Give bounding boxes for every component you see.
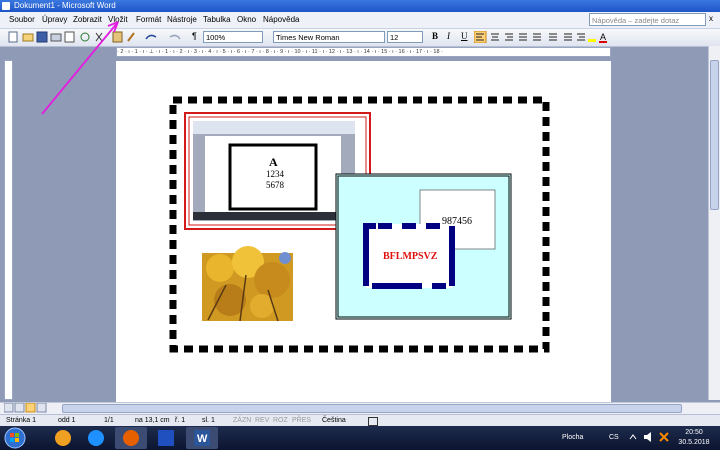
firefox-icon [123,430,139,446]
input-language[interactable]: CS [609,434,619,441]
web-view-icon [14,403,25,413]
red-caption: BFLMPSVZ [383,251,438,262]
horizontal-scroll-thumb[interactable] [62,404,682,413]
spelling-status-icon[interactable] [368,417,378,426]
number-box-text: 987456 [442,216,472,227]
tree-photo [202,246,293,322]
taskbar-apps: W [4,427,218,449]
svg-text:W: W [197,433,208,445]
document-drawings [41,21,550,353]
inner-line-1: 1234 [266,169,284,179]
network-icon [659,432,669,442]
vertical-scroll-thumb[interactable] [710,60,719,210]
ie-icon [88,430,104,446]
tray-icons [629,432,669,442]
inner-line-2: 5678 [266,180,284,190]
tray-chevron-icon [629,434,637,440]
outline-view-icon [36,403,47,413]
clock-date[interactable]: 30.5.2018 [672,439,716,446]
view-buttons [4,403,47,413]
desktop-toolbar-label[interactable]: Plocha [562,434,583,441]
normal-view-icon [4,403,14,413]
files-app-icon [158,430,174,446]
inner-letter: A [269,155,278,169]
clock-time[interactable]: 20:50 [672,429,716,436]
volume-icon [644,432,651,442]
annotation-arrow [41,21,119,115]
print-view-icon [25,403,36,413]
settings-app-icon [55,430,71,446]
